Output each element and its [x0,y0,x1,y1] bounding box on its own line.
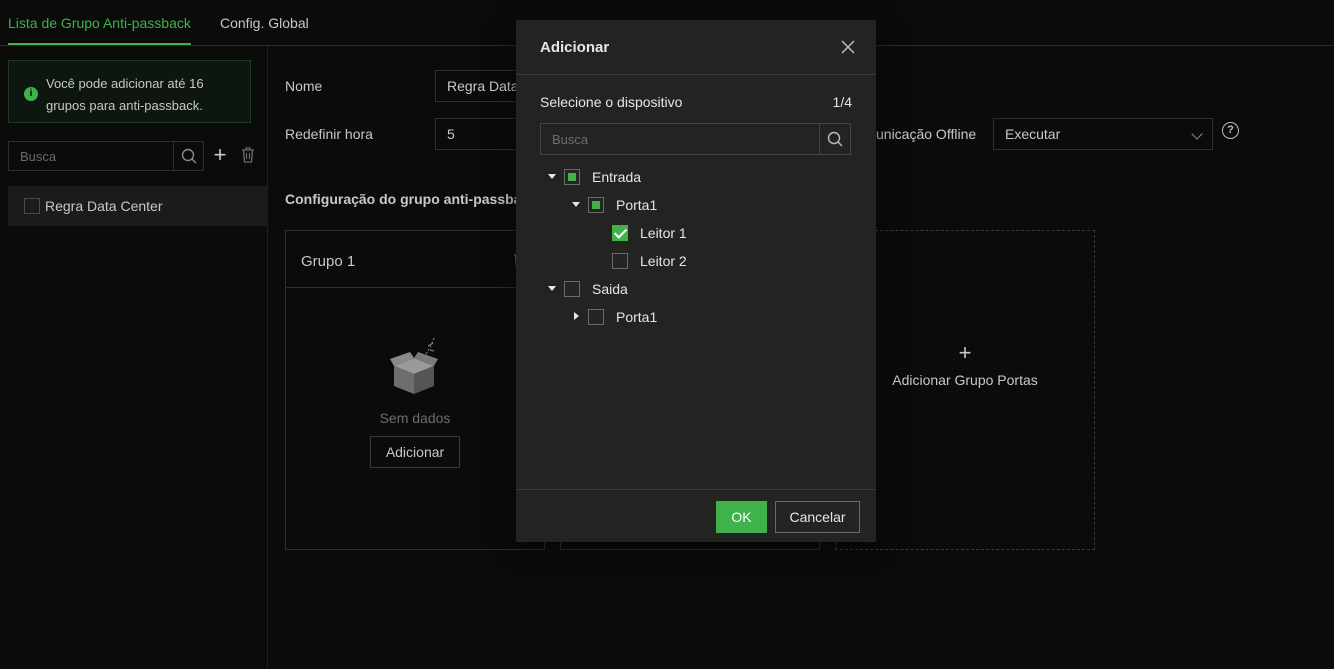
chevron-down-icon [1191,128,1203,140]
device-search-button[interactable] [819,124,850,154]
modal-title: Adicionar [540,39,610,56]
add-button[interactable]: Adicionar [370,436,460,468]
modal-header: Adicionar [516,20,876,75]
empty-text: Sem dados [379,410,451,426]
group-card-header: Grupo 1 [286,231,544,288]
search-icon [827,131,843,147]
device-search [540,123,851,155]
tree-node-label: Saida [592,281,628,297]
tree-checkbox[interactable] [612,253,628,269]
section-title: Configuração do grupo anti-passback [285,191,516,207]
caret-down-icon[interactable] [548,174,556,179]
list-item[interactable]: Regra Data Center [8,186,268,226]
group-title: Grupo 1 [301,253,356,270]
offline-label: unicação Offline [876,126,977,142]
info-text: Você pode adicionar até 16 grupos para a… [46,76,204,113]
tree-checkbox[interactable] [564,281,580,297]
tree-checkbox[interactable] [612,225,628,241]
caret-down-icon[interactable] [572,202,580,207]
empty-box-icon [390,337,438,394]
tree-node-porta1-saida[interactable]: Porta1 [516,307,876,327]
info-icon: i [24,87,38,101]
tree-node-porta1-entrada[interactable]: Porta1 [516,195,876,215]
tree-node-label: Leitor 2 [640,253,687,269]
modal-footer: OK Cancelar [516,489,876,542]
name-label: Nome [285,78,323,94]
tab-global-config[interactable]: Config. Global [220,15,309,31]
ok-button[interactable]: OK [716,501,767,533]
tree-node-label: Leitor 1 [640,225,687,241]
tree-checkbox[interactable] [564,169,580,185]
name-field[interactable]: Regra Data Center [435,70,517,102]
tree-node-leitor2[interactable]: Leitor 2 [516,251,876,271]
help-icon[interactable]: ? [1222,122,1239,139]
tree-node-label: Porta1 [616,197,658,213]
tree-node-saida[interactable]: Saida [516,279,876,299]
group-search-input[interactable] [9,142,175,170]
search-icon [181,148,197,164]
add-device-modal: Adicionar Selecione o dispositivo 1/4 En… [516,20,876,542]
cancel-button[interactable]: Cancelar [775,501,860,533]
select-device-label: Selecione o dispositivo [540,94,683,110]
info-banner: i Você pode adicionar até 16 grupos para… [8,60,251,123]
tree-checkbox[interactable] [588,197,604,213]
reset-time-label: Redefinir hora [285,126,373,142]
device-search-input[interactable] [541,124,820,154]
caret-right-icon[interactable] [574,312,579,320]
reset-time-field[interactable]: 5 [435,118,517,150]
tree-node-label: Porta1 [616,309,658,325]
left-panel: i Você pode adicionar até 16 grupos para… [0,46,268,669]
search-button[interactable] [173,142,203,170]
close-icon[interactable] [840,39,856,55]
tab-anti-passback-list[interactable]: Lista de Grupo Anti-passback [8,15,191,45]
device-count: 1/4 [832,94,852,110]
offline-select[interactable]: Executar [993,118,1213,150]
caret-down-icon[interactable] [548,286,556,291]
group-search [8,141,204,171]
tree-node-leitor1[interactable]: Leitor 1 [516,223,876,243]
delete-group-icon[interactable] [240,146,256,164]
tree-checkbox[interactable] [588,309,604,325]
offline-select-value: Executar [1005,126,1061,142]
group-card: Grupo 1 Sem dados Adicionar [285,230,545,550]
add-group-icon[interactable]: + [211,144,229,166]
list-item-checkbox[interactable] [24,198,40,214]
tree-node-label: Entrada [592,169,642,185]
list-item-label: Regra Data Center [45,198,163,214]
tree-node-entrada[interactable]: Entrada [516,167,876,187]
